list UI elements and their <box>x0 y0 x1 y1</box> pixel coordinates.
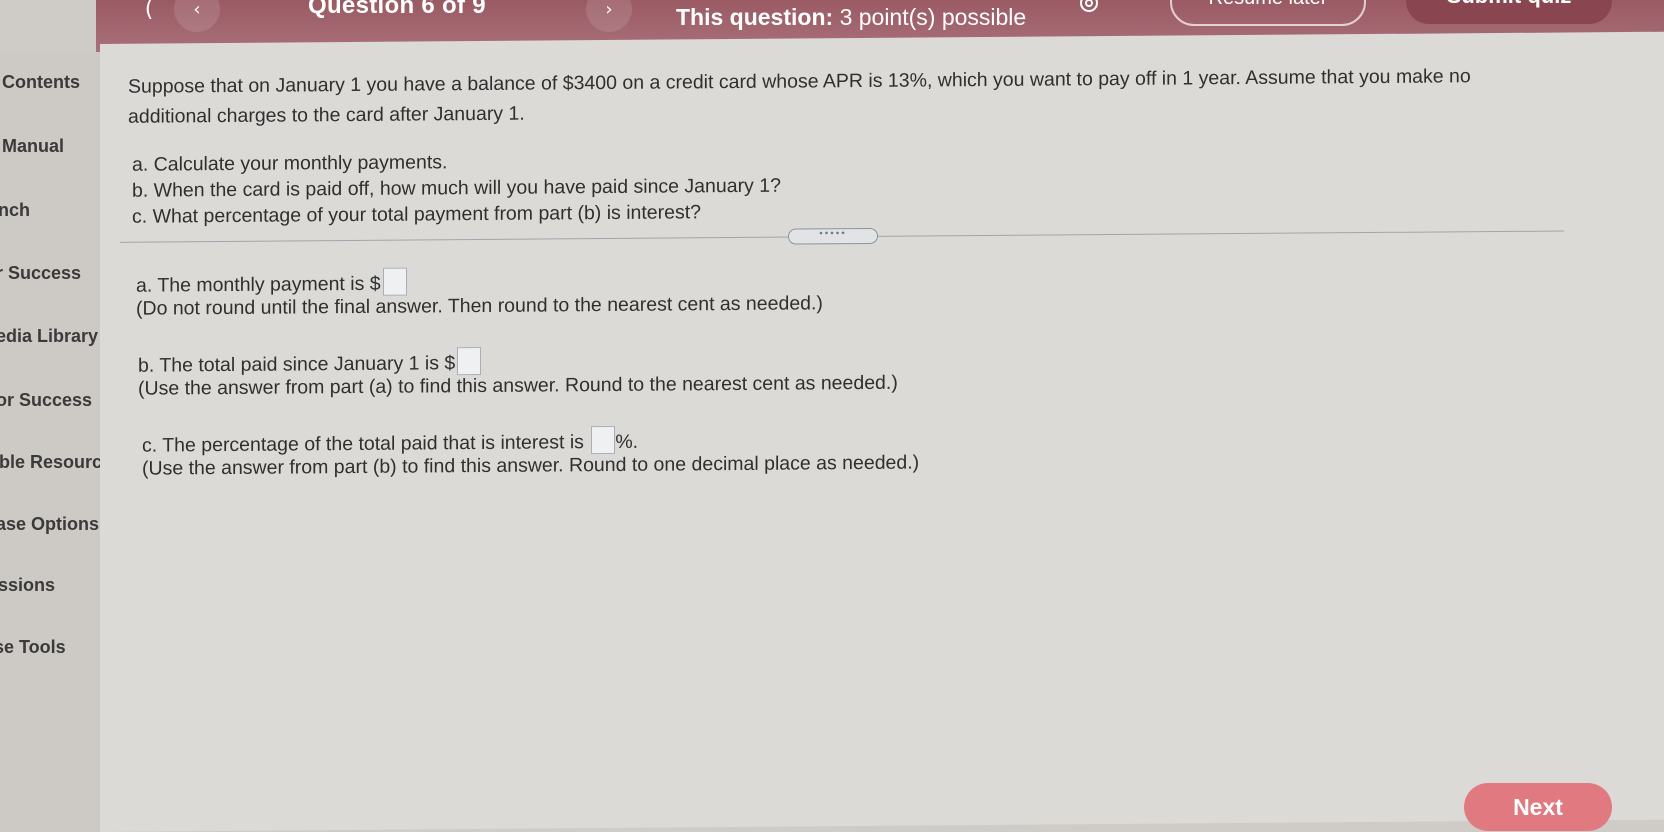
sidebar-item-permissions[interactable]: ssions <box>0 575 55 596</box>
sidebar-item-search[interactable]: nch <box>0 200 30 221</box>
next-button[interactable]: Next <box>1464 783 1612 831</box>
answer-c-suffix: %. <box>615 430 639 453</box>
answer-b-hint: (Use the answer from part (a) to find th… <box>138 371 898 400</box>
question-intro-line1: Suppose that on January 1 you have a bal… <box>128 65 1471 98</box>
question-part-b: b. When the card is paid off, how much w… <box>132 174 781 202</box>
points-possible: This question: 3 point(s) possible <box>676 4 1026 31</box>
next-question-button[interactable]: › <box>586 0 632 32</box>
chevron-left-icon[interactable]: ( <box>134 0 164 32</box>
sidebar-item-purchase-options[interactable]: ase Options <box>0 514 99 535</box>
previous-question-button[interactable]: ‹ <box>174 0 220 32</box>
expand-handle[interactable]: ••••• <box>788 227 878 245</box>
question-panel: Suppose that on January 1 you have a bal… <box>100 31 1664 832</box>
sidebar-item-manual[interactable]: Manual <box>2 136 64 157</box>
sidebar-item-accessible-resources[interactable]: ible Resourc <box>0 452 102 473</box>
submit-quiz-button[interactable]: Submit quiz <box>1406 0 1612 24</box>
sidebar-item-contents[interactable]: Contents <box>2 72 80 93</box>
answer-a-label: a. The monthly payment is $ <box>136 272 381 297</box>
sidebar-item-tools-for-success[interactable]: or Success <box>0 390 92 411</box>
question-intro-line2: additional charges to the card after Jan… <box>128 102 525 128</box>
points-value: 3 point(s) possible <box>839 4 1027 30</box>
chevron-left-icon: ‹ <box>193 0 201 20</box>
answer-b-label: b. The total paid since January 1 is $ <box>138 352 456 377</box>
answer-a-input[interactable] <box>382 267 407 296</box>
answer-c-hint: (Use the answer from part (b) to find th… <box>142 451 920 480</box>
answer-c-label: c. The percentage of the total paid that… <box>142 431 584 457</box>
sidebar-item-media-library[interactable]: edia Library <box>0 326 98 347</box>
course-sidebar: Contents Manual nch r Success edia Libra… <box>0 52 116 832</box>
points-label: This question: <box>676 4 834 30</box>
question-counter: Question 6 of 9 <box>308 0 486 19</box>
answer-a-row: a. The monthly payment is $ <box>136 267 407 298</box>
resume-later-button[interactable]: Resume later <box>1170 0 1366 26</box>
answer-b-input[interactable] <box>457 347 482 376</box>
answer-c-input[interactable] <box>591 425 616 455</box>
question-part-c: c. What percentage of your total payment… <box>132 201 702 228</box>
sidebar-item-success[interactable]: r Success <box>0 263 81 284</box>
answer-a-hint: (Do not round until the final answer. Th… <box>136 292 823 320</box>
answer-b-row: b. The total paid since January 1 is $ <box>138 347 482 378</box>
answer-c-row: c. The percentage of the total paid that… <box>142 425 639 458</box>
gear-icon[interactable] <box>1076 0 1102 14</box>
chevron-right-icon: › <box>605 0 613 20</box>
sidebar-item-course-tools[interactable]: se Tools <box>0 637 66 658</box>
question-part-a: a. Calculate your monthly payments. <box>132 151 448 176</box>
